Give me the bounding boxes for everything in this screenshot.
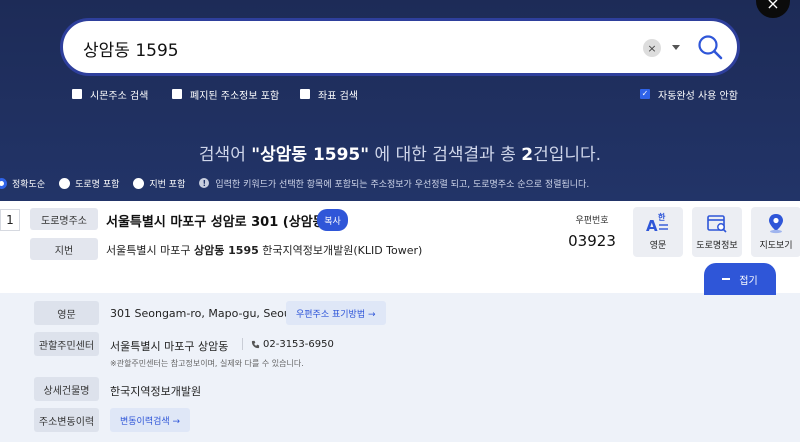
map-pin-icon xyxy=(769,214,783,234)
chevron-down-icon[interactable] xyxy=(672,45,680,50)
phone-icon xyxy=(251,340,260,348)
search-box: × xyxy=(60,18,740,76)
sort-road[interactable]: 도로명 포함 xyxy=(59,177,119,190)
result-index: 1 xyxy=(0,209,20,231)
sort-label: 지번 포함 xyxy=(149,179,186,190)
map-label: 지도보기 xyxy=(759,241,793,251)
sort-accuracy[interactable]: 정확도순 xyxy=(0,177,45,190)
option-label: 폐지된 주소정보 포함 xyxy=(190,90,280,102)
map-button[interactable]: 지도보기 xyxy=(751,207,800,257)
jibun-tag: 지번 xyxy=(30,238,98,260)
english-address: 301 Seongam-ro, Mapo-gu, Seoul xyxy=(110,307,294,320)
divider xyxy=(242,338,243,350)
center-note: ※관할주민센터는 참고정보이며, 실제와 다를 수 있습니다. xyxy=(110,359,304,368)
postal-format-button[interactable]: 우편주소 표기방법 → xyxy=(286,301,386,325)
option-label: 시몬주소 검색 xyxy=(90,90,149,102)
option-coordinate[interactable]: 좌표 검색 xyxy=(300,87,358,102)
search-header: × × 시몬주소 검색 폐지된 주소정보 포함 좌표 검색 ✓ 자동완성 사용 … xyxy=(0,0,800,201)
minus-icon xyxy=(722,278,731,280)
english-translate-icon: A 한 xyxy=(646,212,668,234)
info-icon: ! xyxy=(199,178,210,188)
summary-mid: 에 대한 검색결과 총 xyxy=(369,145,522,165)
jibun-bold: 상암동 1595 xyxy=(193,244,259,257)
detail-panel: 영문 301 Seongam-ro, Mapo-gu, Seoul 우편주소 표… xyxy=(0,293,800,442)
checkbox[interactable] xyxy=(172,89,182,99)
sort-jibun[interactable]: 지번 포함 xyxy=(133,177,185,190)
road-info-button[interactable]: 도로명정보 xyxy=(692,207,742,257)
english-label: 영문 xyxy=(649,241,667,251)
english-button[interactable]: A 한 영문 xyxy=(633,207,683,257)
history-search-button[interactable]: 변동이력검색 → xyxy=(110,408,191,432)
option-autocomplete-off[interactable]: ✓ 자동완성 사용 안함 xyxy=(640,87,738,102)
checkbox[interactable] xyxy=(300,89,310,99)
option-label: 좌표 검색 xyxy=(318,90,358,102)
radio[interactable] xyxy=(59,177,71,189)
center-name: 서울특별시 마포구 상암동 xyxy=(110,340,229,353)
option-label: 자동완성 사용 안함 xyxy=(658,90,738,102)
result-item: 1 도로명주소 서울특별시 마포구 성암로 301 (상암동) 복사 지번 서울… xyxy=(0,201,800,293)
fold-label: 접기 xyxy=(739,275,758,287)
building-tag: 상세건물명 xyxy=(34,377,99,401)
checkbox-checked[interactable]: ✓ xyxy=(640,89,650,99)
summary-count: 2 xyxy=(521,145,534,165)
jibun-pre: 서울특별시 마포구 xyxy=(106,244,194,257)
summary-query: "상암동 1595" xyxy=(251,145,370,165)
search-input[interactable] xyxy=(83,35,623,61)
history-tag: 주소변동이력 xyxy=(34,408,99,432)
checkbox[interactable] xyxy=(72,89,82,99)
jibun-post: 한국지역정보개발원(KLID Tower) xyxy=(258,244,423,257)
clear-button[interactable]: × xyxy=(643,39,661,57)
road-address: 서울특별시 마포구 성암로 301 (상암동) xyxy=(106,215,331,230)
jibun-address: 서울특별시 마포구 상암동 1595 한국지역정보개발원(KLID Tower) xyxy=(106,242,422,258)
close-icon: × xyxy=(766,0,780,13)
radio[interactable] xyxy=(133,177,145,189)
sort-label: 정확도순 xyxy=(12,179,46,190)
road-info-label: 도로명정보 xyxy=(696,241,738,251)
summary-pre: 검색어 xyxy=(198,145,252,165)
english-tag: 영문 xyxy=(34,301,99,325)
center-phone-number: 02-3153-6950 xyxy=(263,338,334,350)
option-simon[interactable]: 시몬주소 검색 xyxy=(72,87,149,102)
result-summary: 검색어 "상암동 1595" 에 대한 검색결과 총 2건입니다. xyxy=(0,140,800,165)
zip-code: 03923 xyxy=(568,232,616,250)
building-name: 한국지역정보개발원 xyxy=(110,385,202,398)
summary-post: 건입니다. xyxy=(533,145,602,165)
zip-label: 우편번호 xyxy=(575,216,609,226)
sort-options: 정확도순 도로명 포함 지번 포함 ! 입력한 키워드가 선택한 항목에 포함되… xyxy=(0,176,589,190)
search-icon[interactable] xyxy=(695,33,725,63)
svg-text:한: 한 xyxy=(658,212,666,222)
close-button[interactable]: × xyxy=(756,0,790,18)
option-abolished[interactable]: 폐지된 주소정보 포함 xyxy=(172,87,280,102)
sort-label: 도로명 포함 xyxy=(75,179,120,190)
fold-button[interactable]: 접기 xyxy=(704,263,776,295)
radio-selected[interactable] xyxy=(0,177,7,189)
svg-text:A: A xyxy=(646,217,658,234)
center-tag: 관할주민센터 xyxy=(34,332,99,356)
road-address-tag: 도로명주소 xyxy=(30,208,98,230)
road-info-icon xyxy=(707,215,727,233)
copy-button[interactable]: 복사 xyxy=(317,209,348,231)
sort-note: 입력한 키워드가 선택한 항목에 포함되는 주소정보가 우선정렬 되고, 도로명… xyxy=(215,179,590,190)
center-phone: 02-3153-6950 xyxy=(242,338,334,350)
